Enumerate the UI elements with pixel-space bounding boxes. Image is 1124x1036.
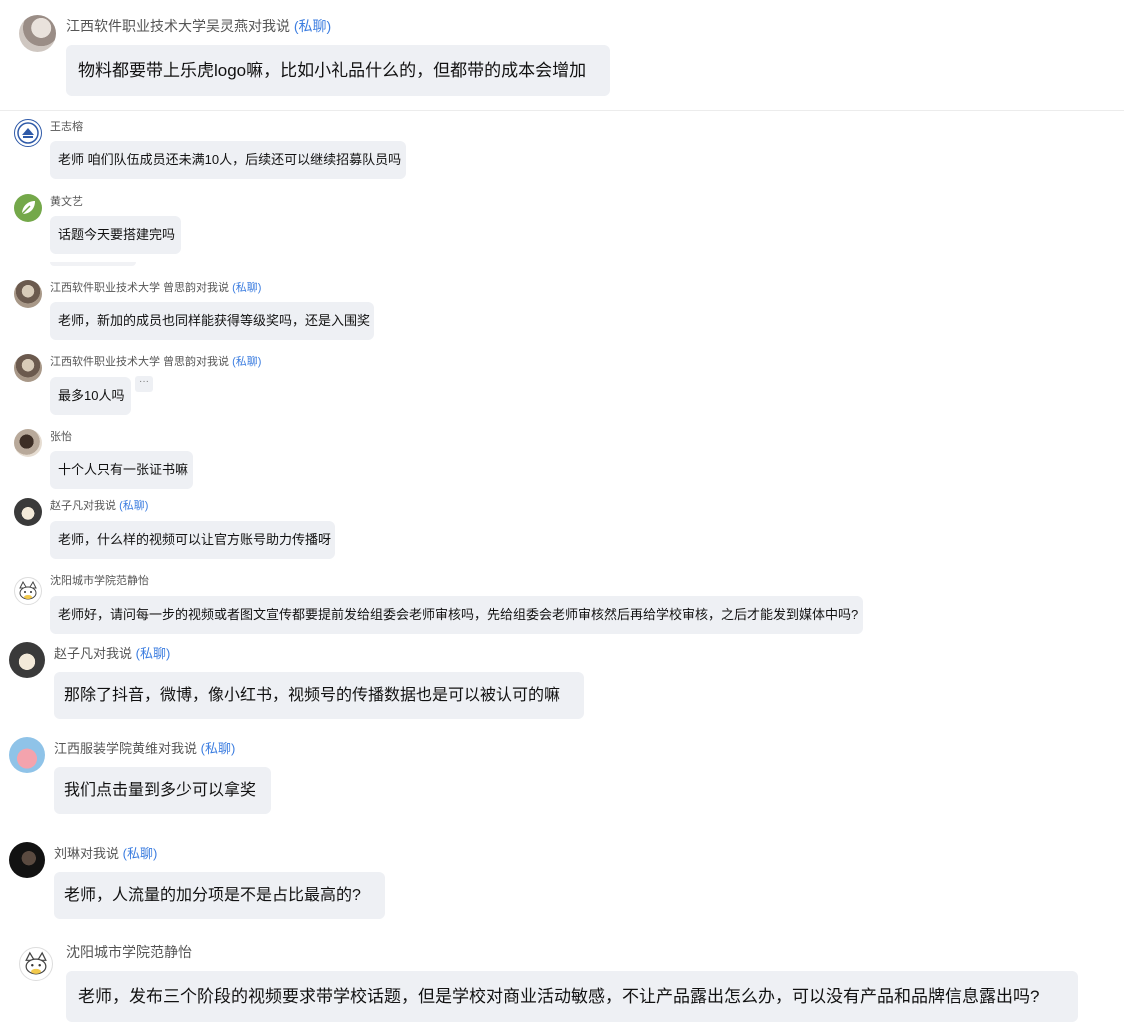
- message-bubble[interactable]: 老师，人流量的加分项是不是占比最高的?: [54, 872, 385, 919]
- school-logo-avatar[interactable]: [14, 119, 42, 147]
- message-bubble[interactable]: 老师，新加的成员也同样能获得等级奖吗，还是入围奖: [50, 302, 374, 340]
- hands-avatar[interactable]: [14, 498, 42, 526]
- leaf-icon: [21, 201, 35, 215]
- school-emblem-icon: [17, 122, 39, 144]
- private-tag: (私聊): [293, 18, 332, 34]
- message-bubble[interactable]: 我们点击量到多少可以拿奖: [54, 767, 271, 814]
- cartoon-cat-avatar[interactable]: [19, 947, 53, 981]
- sender-name: 王志榕: [50, 121, 83, 133]
- private-tag: (私聊): [232, 356, 262, 368]
- private-tag: (私聊): [135, 646, 171, 661]
- sender-name: 张怡: [50, 431, 72, 443]
- sender-name: 赵子凡对我说 (私聊): [54, 646, 171, 661]
- bubble-shadow: [50, 262, 136, 266]
- private-tag: (私聊): [232, 282, 262, 294]
- message-bubble[interactable]: 老师，发布三个阶段的视频要求带学校话题，但是学校对商业活动敏感，不让产品露出怎么…: [66, 971, 1078, 1022]
- message-bubble[interactable]: 老师，什么样的视频可以让官方账号助力传播呀: [50, 521, 335, 559]
- sender-name: 赵子凡对我说 (私聊): [50, 500, 149, 512]
- cat-face-icon: [19, 580, 37, 600]
- pig-avatar[interactable]: [9, 737, 45, 773]
- sender-name: 江西软件职业技术大学吴灵燕对我说 (私聊): [66, 18, 332, 34]
- message-bubble[interactable]: 那除了抖音，微博，像小红书，视频号的传播数据也是可以被认可的嘛: [54, 672, 584, 719]
- sender-name: 沈阳城市学院范静怡: [66, 944, 192, 960]
- hands-avatar[interactable]: [9, 642, 45, 678]
- sender-name: 江西软件职业技术大学 曾思韵对我说 (私聊): [50, 356, 262, 368]
- cartoon-cat-avatar[interactable]: [14, 577, 42, 605]
- photo-avatar[interactable]: [19, 15, 56, 52]
- dark-avatar[interactable]: [9, 842, 45, 878]
- leaf-avatar[interactable]: [14, 194, 42, 222]
- message-bubble[interactable]: 老师 咱们队伍成员还未满10人，后续还可以继续招募队员吗: [50, 141, 406, 179]
- private-tag: (私聊): [122, 846, 158, 861]
- sender-name: 江西服装学院黄维对我说 (私聊): [54, 741, 236, 756]
- section-divider: [0, 110, 1124, 111]
- private-tag: (私聊): [200, 741, 236, 756]
- group-photo-avatar[interactable]: [14, 280, 42, 308]
- message-bubble[interactable]: 物料都要带上乐虎logo嘛，比如小礼品什么的，但都带的成本会增加: [66, 45, 610, 96]
- cat-face-icon: [25, 951, 47, 975]
- private-tag: (私聊): [119, 500, 149, 512]
- sender-name: 江西软件职业技术大学 曾思韵对我说 (私聊): [50, 282, 262, 294]
- message-bubble[interactable]: 话题今天要搭建完吗: [50, 216, 181, 254]
- message-bubble[interactable]: 最多10人吗: [50, 377, 131, 415]
- person-avatar[interactable]: [14, 429, 42, 457]
- group-photo-avatar[interactable]: [14, 354, 42, 382]
- sender-name: 刘琳对我说 (私聊): [54, 846, 158, 861]
- sender-name: 沈阳城市学院范静怡: [50, 575, 149, 587]
- sender-name: 黄文艺: [50, 196, 83, 208]
- message-bubble[interactable]: 十个人只有一张证书嘛: [50, 451, 193, 489]
- message-bubble[interactable]: 老师好，请问每一步的视频或者图文宣传都要提前发给组委会老师审核吗，先给组委会老师…: [50, 596, 863, 634]
- more-options-button[interactable]: ···: [135, 376, 153, 392]
